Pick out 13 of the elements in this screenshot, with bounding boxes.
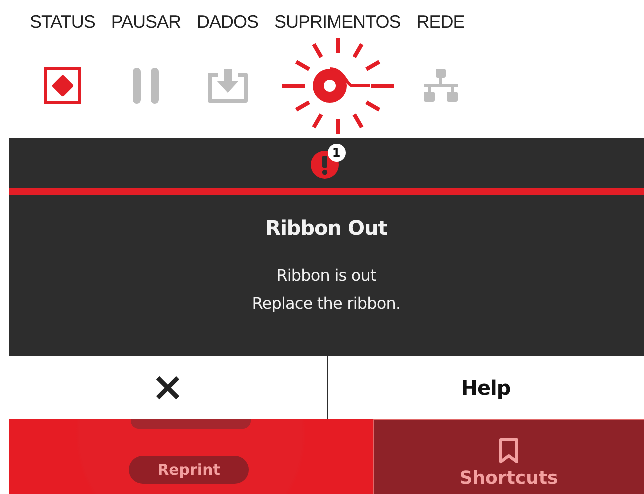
menu-label[interactable]: STATUS xyxy=(30,10,96,34)
alert-message: Replace the ribbon. xyxy=(252,293,401,315)
bookmark-icon xyxy=(499,438,519,464)
close-icon xyxy=(155,374,181,400)
alert-title: Ribbon Out xyxy=(266,216,388,240)
menu-label[interactable]: REDE xyxy=(416,10,465,34)
alert-count-badge: 1 xyxy=(328,144,346,162)
reprint-button[interactable]: Reprint xyxy=(129,456,249,484)
menu-label[interactable]: SUPRIMENTOS xyxy=(274,10,401,34)
menu-label[interactable]: PAUSAR xyxy=(111,10,182,34)
shortcuts-button[interactable]: Shortcuts xyxy=(373,419,644,494)
menu-label[interactable]: DADOS xyxy=(197,10,259,34)
alert-message: Ribbon is out xyxy=(276,265,378,287)
